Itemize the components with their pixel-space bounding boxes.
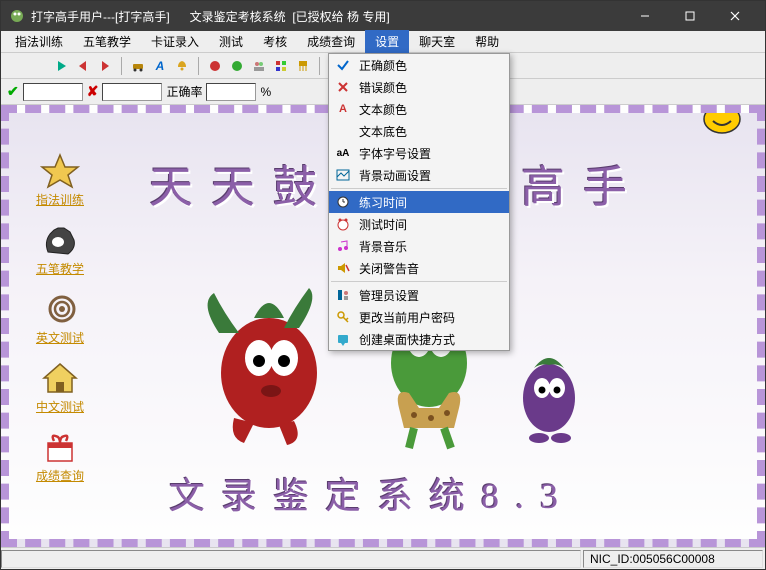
dd-bg-anim[interactable]: 背景动画设置 — [329, 164, 509, 186]
status-main — [1, 550, 581, 568]
error-input[interactable] — [102, 83, 162, 101]
app-window: 打字高手用户---[打字高手] 文录鉴定考核系统 [已授权给 杨 专用] 指法训… — [0, 0, 766, 570]
minimize-button[interactable] — [622, 1, 667, 31]
settings-dropdown: 正确颜色 错误颜色 A文本颜色 文本底色 aA字体字号设置 背景动画设置 练习时… — [328, 53, 510, 351]
status-nic: NIC_ID:005056C00008 — [583, 550, 763, 568]
clock-icon — [335, 194, 351, 210]
tool-blocks-icon[interactable] — [271, 56, 291, 76]
dd-text-color[interactable]: A文本颜色 — [329, 98, 509, 120]
statusbar: NIC_ID:005056C00008 — [1, 547, 765, 569]
x-icon: ✘ — [87, 83, 99, 100]
accuracy-label: 正确率 — [166, 83, 202, 100]
a-color-icon: A — [335, 101, 351, 117]
dd-admin[interactable]: 管理员设置 — [329, 284, 509, 306]
dd-sep-1 — [331, 188, 507, 189]
titlebar-text: 打字高手用户---[打字高手] 文录鉴定考核系统 [已授权给 杨 专用] — [31, 8, 622, 25]
sidebar-english[interactable]: 英文测试 — [29, 291, 91, 346]
app-icon — [9, 8, 25, 24]
tool-bell-icon[interactable] — [172, 56, 192, 76]
accuracy-input[interactable] — [206, 83, 256, 101]
dd-shortcut[interactable]: 创建桌面快捷方式 — [329, 328, 509, 350]
snail-icon — [38, 291, 82, 327]
maximize-button[interactable] — [667, 1, 712, 31]
menu-settings[interactable]: 设置 — [365, 30, 409, 53]
tool-people-icon[interactable] — [249, 56, 269, 76]
smiley-face-icon — [699, 105, 745, 135]
correct-input[interactable] — [23, 83, 83, 101]
sidebar-wubi[interactable]: 五笔教学 — [29, 222, 91, 277]
menu-chat[interactable]: 聊天室 — [409, 30, 465, 53]
blank-icon — [335, 123, 351, 139]
tool-right-icon[interactable] — [95, 56, 115, 76]
subtitle: 文录鉴定系统8.3 — [169, 467, 574, 519]
menu-fingering[interactable]: 指法训练 — [5, 30, 73, 53]
dd-sep-2 — [331, 281, 507, 282]
tool-left-icon[interactable] — [73, 56, 93, 76]
dd-test-time[interactable]: 测试时间 — [329, 213, 509, 235]
dd-text-bg[interactable]: 文本底色 — [329, 120, 509, 142]
key-icon — [335, 309, 351, 325]
dd-correct-color[interactable]: 正确颜色 — [329, 54, 509, 76]
mute-icon — [335, 260, 351, 276]
house-icon — [38, 360, 82, 396]
dd-password[interactable]: 更改当前用户密码 — [329, 306, 509, 328]
menu-card[interactable]: 卡证录入 — [141, 30, 209, 53]
admin-icon — [335, 287, 351, 303]
star-icon — [38, 153, 82, 189]
tool-car-icon[interactable] — [128, 56, 148, 76]
menu-exam[interactable]: 考核 — [253, 30, 297, 53]
shortcut-icon — [335, 331, 351, 347]
tool-play-icon[interactable] — [51, 56, 71, 76]
hand-icon — [38, 222, 82, 258]
titlebar: 打字高手用户---[打字高手] 文录鉴定考核系统 [已授权给 杨 专用] — [1, 1, 765, 31]
dd-font[interactable]: aA字体字号设置 — [329, 142, 509, 164]
menu-wubi[interactable]: 五笔教学 — [73, 30, 141, 53]
dd-bg-music[interactable]: 背景音乐 — [329, 235, 509, 257]
tool-red-icon[interactable] — [205, 56, 225, 76]
gift-icon — [38, 429, 82, 465]
font-icon: aA — [335, 145, 351, 161]
check-blue-icon — [335, 57, 351, 73]
menu-test[interactable]: 测试 — [209, 30, 253, 53]
menu-help[interactable]: 帮助 — [465, 30, 509, 53]
music-icon — [335, 238, 351, 254]
bg-icon — [335, 167, 351, 183]
tool-green-icon[interactable] — [227, 56, 247, 76]
x-red-icon — [335, 79, 351, 95]
percent-label: % — [260, 85, 271, 99]
dd-mute[interactable]: 关闭警告音 — [329, 257, 509, 279]
menubar: 指法训练 五笔教学 卡证录入 测试 考核 成绩查询 设置 聊天室 帮助 — [1, 31, 765, 53]
sidebar: 指法训练 五笔教学 英文测试 中文测试 成绩查询 — [29, 153, 91, 484]
sidebar-chinese[interactable]: 中文测试 — [29, 360, 91, 415]
clock2-icon — [335, 216, 351, 232]
menu-scores[interactable]: 成绩查询 — [297, 30, 365, 53]
dd-error-color[interactable]: 错误颜色 — [329, 76, 509, 98]
tool-a-icon[interactable]: A — [150, 56, 170, 76]
check-icon: ✔ — [7, 83, 19, 100]
sidebar-fingering[interactable]: 指法训练 — [29, 153, 91, 208]
dd-practice-time[interactable]: 练习时间 — [329, 191, 509, 213]
sidebar-scores[interactable]: 成绩查询 — [29, 429, 91, 484]
tool-brush-icon[interactable] — [293, 56, 313, 76]
close-button[interactable] — [712, 1, 757, 31]
